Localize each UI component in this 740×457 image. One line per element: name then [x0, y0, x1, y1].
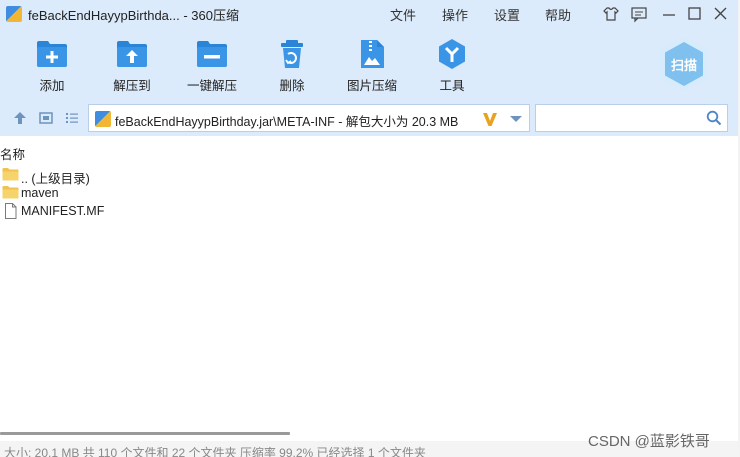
skin-button[interactable] [600, 3, 622, 25]
column-header-name[interactable]: 名称 [0, 144, 25, 163]
one-click-extract-icon [197, 41, 227, 67]
up-arrow-icon[interactable] [12, 110, 28, 126]
address-bar: feBackEndHayypBirthday.jar\META-INF - 解包… [0, 100, 738, 136]
close-icon [714, 7, 727, 20]
search-box [535, 104, 728, 132]
app-icon [6, 6, 22, 22]
list-view-icon[interactable] [64, 110, 80, 126]
image-compress-icon [361, 40, 384, 68]
path-text: feBackEndHayypBirthday.jar\META-INF - 解包… [115, 115, 459, 129]
feedback-button[interactable] [628, 3, 650, 25]
list-item[interactable]: maven [2, 184, 302, 202]
minimize-icon [663, 14, 675, 16]
toolbar-image-compress-label: 图片压缩 [346, 79, 397, 93]
path-field[interactable]: feBackEndHayypBirthday.jar\META-INF - 解包… [88, 104, 530, 132]
extract-to-icon [117, 41, 147, 67]
menu-settings[interactable]: 设置 [494, 5, 520, 24]
folder-icon [2, 168, 19, 181]
toolbar: 添加 解压到 一键解压 删除 图片压缩 工具 [0, 28, 738, 100]
menu-file[interactable]: 文件 [390, 5, 416, 24]
file-icon [5, 203, 17, 219]
chevron-down-icon[interactable] [509, 114, 523, 124]
list-item-name: maven [21, 186, 59, 200]
list-item[interactable]: MANIFEST.MF [2, 202, 302, 220]
toolbar-extract-to-label: 解压到 [113, 79, 151, 93]
archive-icon [95, 111, 111, 127]
v-badge-icon[interactable] [481, 110, 499, 128]
toolbar-image-compress-button[interactable]: 图片压缩 [327, 28, 417, 100]
toolbar-one-click-extract-label: 一键解压 [186, 79, 237, 93]
horizontal-scrollbar[interactable] [0, 432, 290, 435]
toolbar-delete-button[interactable]: 删除 [247, 28, 337, 100]
menu-operation[interactable]: 操作 [442, 5, 468, 24]
search-input[interactable] [540, 108, 700, 128]
list-item-name: MANIFEST.MF [21, 204, 105, 218]
close-button[interactable] [710, 3, 732, 25]
watermark: CSDN @蓝影铁哥 [588, 433, 710, 450]
title-bar: feBackEndHayypBirthda... - 360压缩 文件 操作 设… [0, 0, 738, 28]
folder-icon [2, 186, 19, 199]
shirt-icon [603, 7, 619, 21]
tools-icon [439, 39, 465, 69]
toolbar-tools-button[interactable]: 工具 [407, 28, 497, 100]
add-archive-icon [37, 41, 67, 67]
thumbnail-view-icon[interactable] [38, 110, 54, 126]
delete-icon [281, 40, 303, 68]
status-text: 大小: 20.1 MB 共 110 个文件和 22 个文件夹 压缩率 99.2%… [4, 446, 426, 457]
message-icon [631, 7, 647, 23]
maximize-icon [688, 7, 701, 20]
search-icon[interactable] [706, 110, 722, 126]
toolbar-add-label: 添加 [39, 79, 65, 93]
toolbar-add-button[interactable]: 添加 [7, 28, 97, 100]
scan-label: 扫描 [670, 58, 697, 73]
app-window: feBackEndHayypBirthda... - 360压缩 文件 操作 设… [0, 0, 738, 457]
file-list: 名称 .. (上级目录) maven MANIFEST.MF [0, 136, 738, 441]
window-title: feBackEndHayypBirthda... - 360压缩 [28, 8, 239, 23]
toolbar-delete-label: 删除 [279, 79, 305, 93]
toolbar-extract-to-button[interactable]: 解压到 [87, 28, 177, 100]
maximize-button[interactable] [684, 3, 706, 25]
toolbar-tools-label: 工具 [439, 79, 465, 93]
menu-help[interactable]: 帮助 [545, 5, 571, 24]
toolbar-one-click-extract-button[interactable]: 一键解压 [167, 28, 257, 100]
minimize-button[interactable] [658, 3, 680, 25]
list-item[interactable]: .. (上级目录) [2, 166, 302, 186]
scan-button[interactable]: 扫描 [658, 36, 710, 92]
